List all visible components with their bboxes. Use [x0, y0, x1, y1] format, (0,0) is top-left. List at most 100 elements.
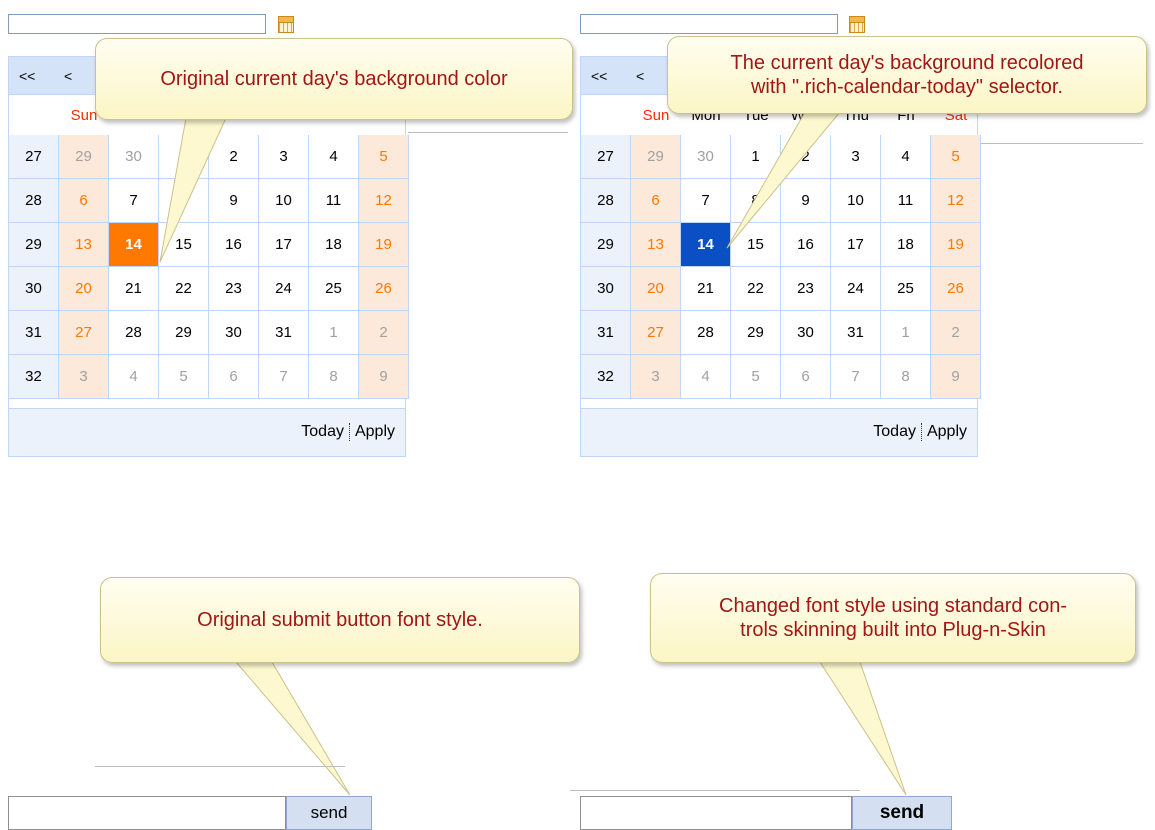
day-cell[interactable]: 7 — [109, 179, 159, 223]
day-cell[interactable]: 7 — [681, 179, 731, 223]
day-cell[interactable]: 10 — [831, 179, 881, 223]
day-cell[interactable]: 8 — [159, 179, 209, 223]
day-cell[interactable]: 2 — [209, 135, 259, 179]
day-cell[interactable]: 1 — [309, 311, 359, 355]
day-cell[interactable]: 4 — [109, 355, 159, 399]
day-cell[interactable]: 3 — [631, 355, 681, 399]
day-cell[interactable]: 1 — [881, 311, 931, 355]
day-cell[interactable]: 28 — [681, 311, 731, 355]
day-cell[interactable]: 26 — [931, 267, 981, 311]
day-cell[interactable]: 8 — [731, 179, 781, 223]
day-cell[interactable]: 25 — [881, 267, 931, 311]
day-cell[interactable]: 21 — [109, 267, 159, 311]
day-cell[interactable]: 9 — [209, 179, 259, 223]
day-cell[interactable]: 6 — [209, 355, 259, 399]
day-cell[interactable]: 31 — [259, 311, 309, 355]
day-cell[interactable]: 5 — [731, 355, 781, 399]
day-cell[interactable]: 12 — [931, 179, 981, 223]
day-cell[interactable]: 3 — [259, 135, 309, 179]
day-cell[interactable]: 3 — [59, 355, 109, 399]
day-cell[interactable]: 24 — [259, 267, 309, 311]
day-cell[interactable]: 29 — [159, 311, 209, 355]
day-cell[interactable]: 6 — [59, 179, 109, 223]
day-cell[interactable]: 30 — [109, 135, 159, 179]
day-cell[interactable]: 9 — [359, 355, 409, 399]
today-cell[interactable]: 14 — [109, 223, 159, 267]
day-cell[interactable]: 2 — [781, 135, 831, 179]
text-input-right[interactable] — [580, 796, 852, 830]
date-input-right[interactable] — [580, 14, 838, 34]
day-cell[interactable]: 25 — [309, 267, 359, 311]
day-cell[interactable]: 12 — [359, 179, 409, 223]
day-cell[interactable]: 30 — [681, 135, 731, 179]
day-cell[interactable]: 1 — [731, 135, 781, 179]
day-cell[interactable]: 29 — [631, 135, 681, 179]
day-cell[interactable]: 13 — [631, 223, 681, 267]
day-cell[interactable]: 20 — [631, 267, 681, 311]
day-cell[interactable]: 24 — [831, 267, 881, 311]
day-cell[interactable]: 22 — [159, 267, 209, 311]
prev-month-button[interactable]: < — [636, 68, 644, 84]
day-cell[interactable]: 16 — [781, 223, 831, 267]
day-cell[interactable]: 15 — [159, 223, 209, 267]
day-cell[interactable]: 19 — [359, 223, 409, 267]
day-cell[interactable]: 6 — [781, 355, 831, 399]
date-input-left[interactable] — [8, 14, 266, 34]
day-cell[interactable]: 20 — [59, 267, 109, 311]
day-cell[interactable]: 17 — [259, 223, 309, 267]
day-cell[interactable]: 16 — [209, 223, 259, 267]
day-cell[interactable]: 27 — [631, 311, 681, 355]
send-button-left[interactable]: send — [286, 796, 372, 830]
prev-month-button[interactable]: < — [64, 68, 72, 84]
day-cell[interactable]: 13 — [59, 223, 109, 267]
day-cell[interactable]: 26 — [359, 267, 409, 311]
day-cell[interactable]: 30 — [209, 311, 259, 355]
day-cell[interactable]: 17 — [831, 223, 881, 267]
day-cell[interactable]: 28 — [109, 311, 159, 355]
day-cell[interactable]: 9 — [931, 355, 981, 399]
today-button[interactable]: Today — [873, 423, 916, 440]
day-cell[interactable]: 8 — [309, 355, 359, 399]
day-cell[interactable]: 1 — [159, 135, 209, 179]
day-cell[interactable]: 4 — [681, 355, 731, 399]
apply-button[interactable]: Apply — [927, 423, 967, 440]
today-button[interactable]: Today — [301, 423, 344, 440]
text-input-left[interactable] — [8, 796, 286, 830]
today-cell[interactable]: 14 — [681, 223, 731, 267]
day-cell[interactable]: 5 — [359, 135, 409, 179]
day-cell[interactable]: 6 — [631, 179, 681, 223]
day-cell[interactable]: 11 — [881, 179, 931, 223]
day-cell[interactable]: 15 — [731, 223, 781, 267]
day-cell[interactable]: 23 — [209, 267, 259, 311]
day-cell[interactable]: 4 — [881, 135, 931, 179]
prev-year-button[interactable]: << — [19, 68, 35, 84]
apply-button[interactable]: Apply — [355, 423, 395, 440]
day-cell[interactable]: 2 — [359, 311, 409, 355]
day-cell[interactable]: 7 — [831, 355, 881, 399]
day-cell[interactable]: 23 — [781, 267, 831, 311]
day-cell[interactable]: 10 — [259, 179, 309, 223]
day-cell[interactable]: 8 — [881, 355, 931, 399]
calendar-icon[interactable] — [275, 14, 295, 34]
day-cell[interactable]: 5 — [931, 135, 981, 179]
day-cell[interactable]: 21 — [681, 267, 731, 311]
day-cell[interactable]: 18 — [309, 223, 359, 267]
day-cell[interactable]: 9 — [781, 179, 831, 223]
day-cell[interactable]: 11 — [309, 179, 359, 223]
day-cell[interactable]: 29 — [731, 311, 781, 355]
day-cell[interactable]: 4 — [309, 135, 359, 179]
day-cell[interactable]: 18 — [881, 223, 931, 267]
day-cell[interactable]: 2 — [931, 311, 981, 355]
calendar-icon[interactable] — [846, 14, 866, 34]
day-cell[interactable]: 5 — [159, 355, 209, 399]
day-cell[interactable]: 30 — [781, 311, 831, 355]
day-cell[interactable]: 7 — [259, 355, 309, 399]
day-cell[interactable]: 27 — [59, 311, 109, 355]
send-button-right[interactable]: send — [852, 796, 952, 830]
prev-year-button[interactable]: << — [591, 68, 607, 84]
day-cell[interactable]: 3 — [831, 135, 881, 179]
day-cell[interactable]: 19 — [931, 223, 981, 267]
day-cell[interactable]: 31 — [831, 311, 881, 355]
day-cell[interactable]: 22 — [731, 267, 781, 311]
day-cell[interactable]: 29 — [59, 135, 109, 179]
